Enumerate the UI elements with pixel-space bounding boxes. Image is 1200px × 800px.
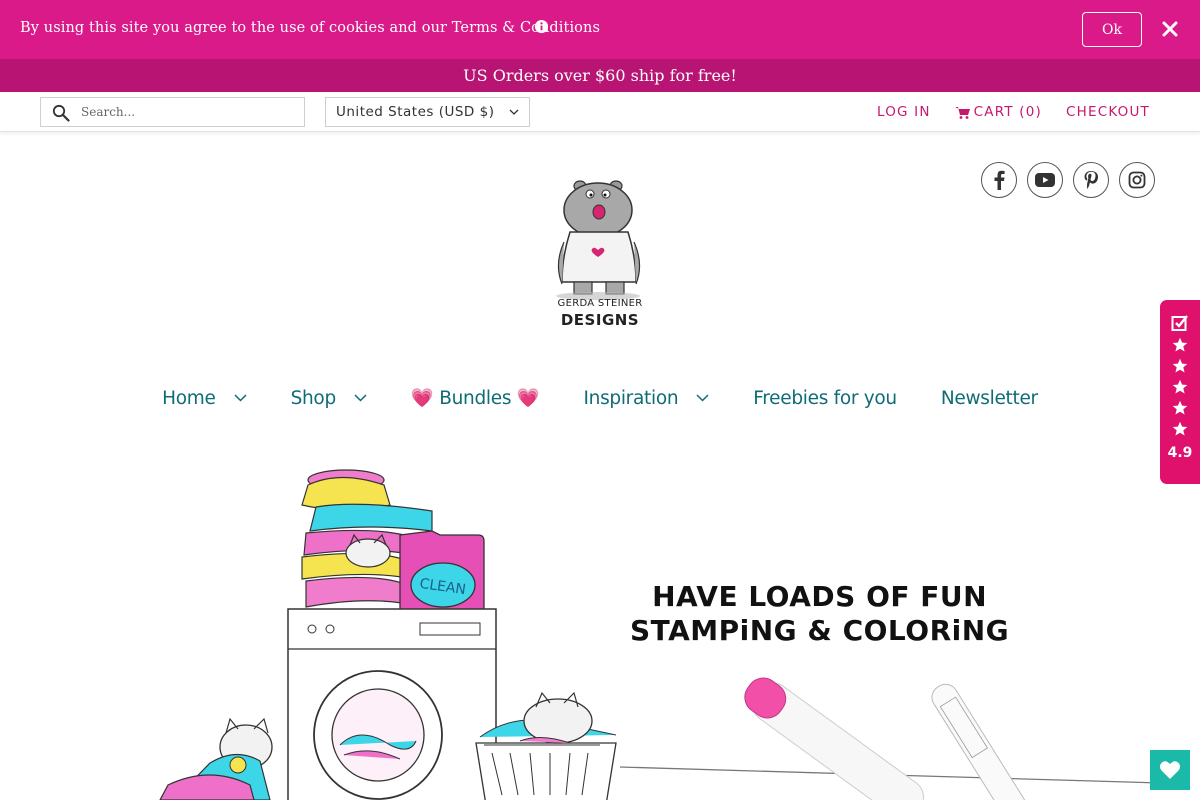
nav-freebies[interactable]: Freebies for you	[731, 388, 919, 409]
cookie-bar: By using this site you agree to the use …	[0, 0, 1200, 59]
nav-bundles[interactable]: 💗 Bundles 💗	[389, 387, 562, 409]
star-icon	[1172, 379, 1188, 394]
nav-inspiration[interactable]: Inspiration	[561, 388, 731, 409]
search-icon[interactable]	[52, 104, 70, 122]
cart-icon	[954, 106, 970, 119]
instagram-link[interactable]	[1119, 162, 1155, 198]
close-icon[interactable]	[1161, 20, 1179, 38]
checkbox-icon	[1171, 315, 1188, 331]
nav-newsletter-label: Newsletter	[940, 387, 1038, 409]
facebook-icon	[994, 170, 1005, 190]
search-input[interactable]	[81, 102, 296, 122]
cart-link[interactable]: CART (0)	[954, 104, 1042, 120]
pinterest-icon	[1084, 171, 1098, 189]
logo-line2: DESIGNS	[560, 311, 640, 329]
nav-home-label: Home	[162, 387, 216, 409]
main-nav: Home Shop 💗 Bundles 💗 Inspiration Freebi…	[0, 378, 1200, 418]
cookie-message: By using this site you agree to the use …	[20, 20, 600, 36]
logo[interactable]: GERDA STEINER DESIGNS	[540, 172, 660, 332]
nav-newsletter[interactable]: Newsletter	[919, 388, 1060, 409]
chevron-down-icon	[234, 394, 247, 402]
logo-line1: GERDA STEINER	[557, 298, 643, 309]
pinterest-link[interactable]	[1073, 162, 1109, 198]
instagram-icon	[1128, 171, 1146, 189]
nav-bundles-label: 💗 Bundles 💗	[410, 388, 540, 409]
currency-select[interactable]: United States (USD $)	[325, 97, 530, 127]
rating-value: 4.9	[1167, 445, 1193, 461]
reviews-badge[interactable]: 4.9	[1160, 300, 1200, 484]
star-icon	[1172, 337, 1188, 352]
hero-line1: HAVE LOADS OF FUN	[652, 580, 988, 613]
chevron-down-icon	[354, 394, 367, 402]
nav-shop-label: Shop	[290, 387, 337, 409]
nav-home[interactable]: Home	[140, 388, 268, 409]
hero-line2: STAMPiNG & COLORiNG	[630, 614, 1010, 647]
hero-heading: HAVE LOADS OF FUN STAMPiNG & COLORiNG	[630, 580, 1009, 648]
heart-icon	[1159, 761, 1181, 779]
star-icon	[1172, 358, 1188, 373]
star-icon	[1172, 421, 1188, 436]
shipping-banner[interactable]: US Orders over $60 ship for free!	[0, 59, 1200, 92]
star-icon	[1172, 400, 1188, 415]
chevron-down-icon	[509, 109, 519, 115]
youtube-icon	[1035, 173, 1055, 187]
nav-freebies-label: Freebies for you	[753, 387, 897, 409]
checkout-link[interactable]: CHECKOUT	[1066, 104, 1150, 120]
chevron-down-icon	[696, 394, 709, 402]
login-link[interactable]: LOG IN	[877, 104, 931, 120]
hero-banner[interactable]: CLEAN HAVE LOADS OF FUN STAMPiNG & COLOR…	[40, 445, 1160, 800]
top-nav: United States (USD $) LOG IN CART (0) CH…	[0, 92, 1200, 132]
nav-inspiration-label: Inspiration	[583, 387, 679, 409]
nav-shop[interactable]: Shop	[269, 388, 389, 409]
facebook-link[interactable]	[981, 162, 1017, 198]
search-box[interactable]	[40, 97, 305, 127]
wishlist-button[interactable]	[1150, 750, 1190, 790]
youtube-link[interactable]	[1027, 162, 1063, 198]
info-icon[interactable]	[534, 19, 549, 34]
account-links: LOG IN CART (0) CHECKOUT	[877, 92, 1150, 132]
cart-label: CART (0)	[973, 104, 1042, 120]
currency-value: United States (USD $)	[336, 104, 495, 120]
cookie-ok-button[interactable]: Ok	[1082, 12, 1142, 47]
